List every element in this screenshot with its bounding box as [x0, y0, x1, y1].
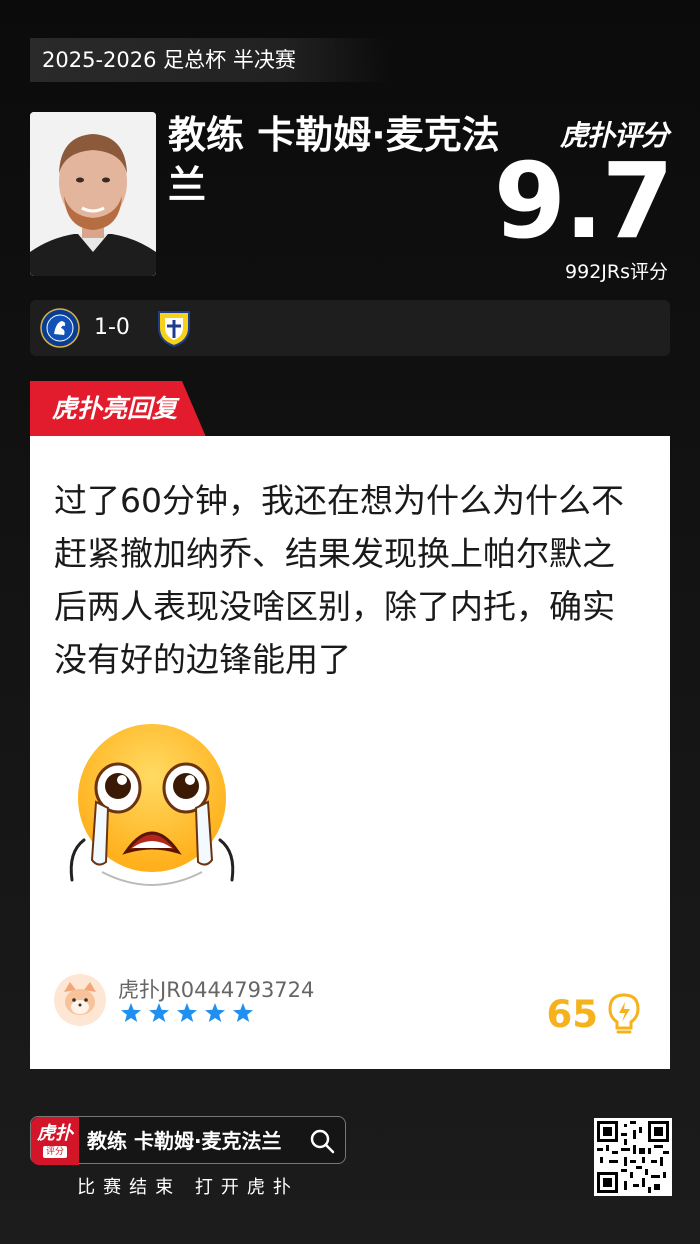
lightbulb-like-icon[interactable] — [606, 992, 642, 1036]
rating-votes: 992JRs评分 — [565, 261, 668, 283]
user-avatar[interactable] — [54, 974, 106, 1026]
comment-text: 过了60分钟，我还在想为什么为什么不赶紧撤加纳乔、结果发现换上帕尔默之后两人表现… — [54, 481, 624, 679]
qr-code-image — [597, 1121, 669, 1193]
app-logo-text: 虎扑 — [37, 1123, 73, 1144]
search-icon[interactable] — [309, 1128, 335, 1154]
search-bar[interactable]: 虎扑 评分 教练 卡勒姆·麦克法兰 — [30, 1116, 346, 1165]
user-rating-stars — [121, 1003, 253, 1022]
crying-face-emoji — [69, 724, 235, 886]
rating-score: 9.7 — [493, 140, 674, 262]
coach-portrait-image — [30, 112, 156, 276]
coach-photo — [30, 112, 156, 276]
leeds-badge-icon — [158, 311, 190, 348]
competition-tag: 2025-2026 足总杯 半决赛 — [30, 38, 390, 82]
search-query: 教练 卡勒姆·麦克法兰 — [87, 1129, 282, 1153]
comment-card: 过了60分钟，我还在想为什么为什么不赶紧撤加纳乔、结果发现换上帕尔默之后两人表现… — [30, 436, 670, 1069]
match-bar[interactable]: 1-0 — [30, 300, 670, 356]
hupu-app-logo[interactable]: 虎扑 评分 — [31, 1117, 79, 1165]
qr-code — [594, 1118, 672, 1196]
match-score: 1-0 — [94, 315, 130, 340]
username[interactable]: 虎扑JR0444793724 — [118, 974, 314, 1004]
highlight-reply-label: 虎扑亮回复 — [52, 394, 178, 423]
chelsea-badge-icon — [40, 308, 80, 348]
highlight-reply-tab: 虎扑亮回复 — [30, 381, 206, 437]
app-logo-subtext: 评分 — [42, 1146, 67, 1158]
like-count: 65 — [546, 993, 599, 1036]
fox-avatar-icon — [54, 974, 106, 1026]
coach-name: 教练 卡勒姆·麦克法兰 — [168, 113, 500, 207]
open-app-cta[interactable]: 比赛结束 打开虎扑 — [30, 1173, 346, 1199]
